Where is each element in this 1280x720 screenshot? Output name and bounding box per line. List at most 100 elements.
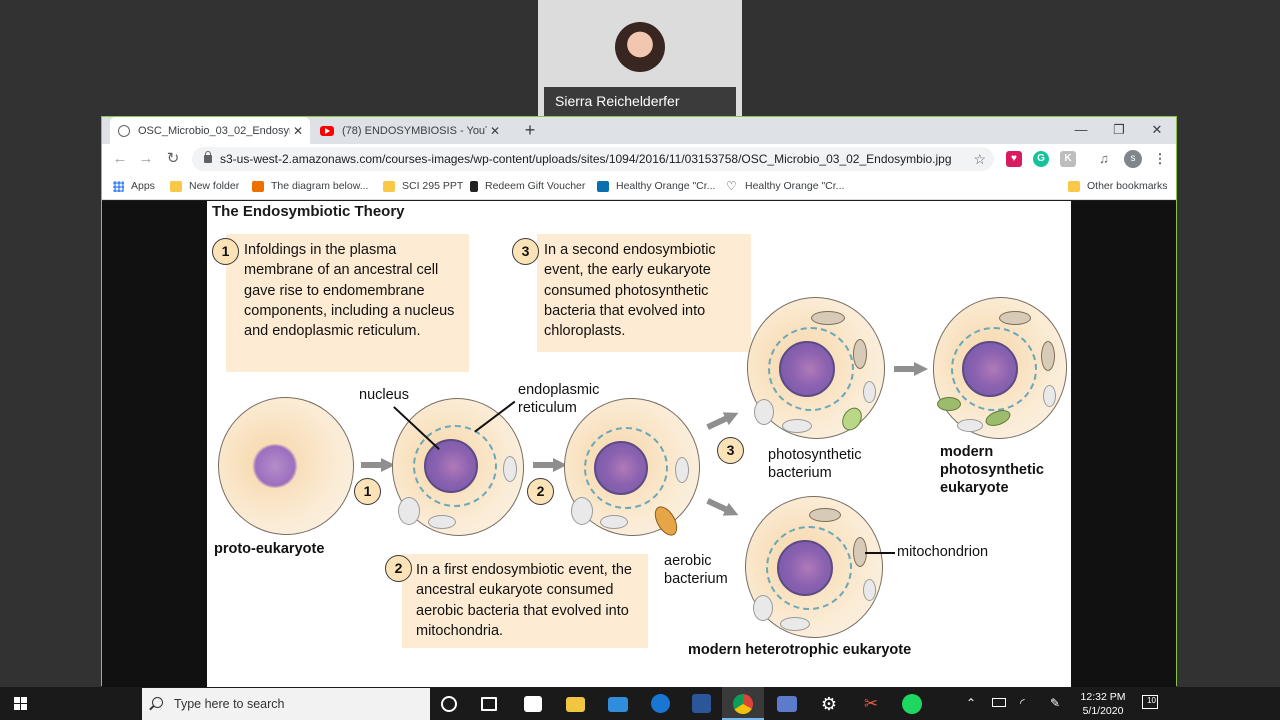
pen-icon[interactable]: ✎ (1050, 696, 1060, 710)
note-3-text: In a second endosymbiotic event, the ear… (544, 242, 716, 340)
clock-date: 5/1/2020 (1082, 705, 1124, 717)
tab-title: OSC_Microbio_03_02_Endosymb (138, 124, 290, 137)
nucleus (962, 341, 1018, 397)
windows-taskbar: Type here to search ⚙ ✂ ⌃ ◜ ✎ 12:32 PM 5… (0, 687, 1280, 720)
note-2-number: 2 (385, 555, 412, 582)
chloroplast (937, 397, 961, 411)
diagram-title: The Endosymbiotic Theory (212, 203, 405, 220)
bookmark-label: Healthy Orange "Cr... (745, 180, 845, 192)
system-clock[interactable]: 12:32 PM 5/1/2020 (1076, 690, 1130, 718)
search-icon (152, 697, 163, 708)
battery-icon[interactable] (992, 698, 1006, 707)
aerobic-bacterium-label: aerobic bacterium (664, 553, 728, 587)
browser-window: OSC_Microbio_03_02_Endosymb ✕ (78) ENDOS… (101, 116, 1177, 687)
address-bar[interactable]: s3-us-west-2.amazonaws.com/courses-image… (192, 147, 994, 171)
chrome-icon[interactable] (733, 694, 753, 714)
start-button[interactable] (0, 687, 42, 720)
extension-icon[interactable]: K (1060, 151, 1076, 167)
file-explorer-icon[interactable] (566, 697, 585, 712)
store-icon[interactable] (524, 696, 542, 712)
edge-icon[interactable] (651, 694, 670, 713)
mail-icon[interactable] (608, 697, 628, 712)
menu-icon[interactable]: ⋮ (1152, 151, 1168, 167)
word-icon[interactable] (692, 694, 711, 713)
bing-icon (597, 180, 609, 192)
vacuole (675, 457, 689, 483)
folder-icon (383, 180, 395, 192)
windows-logo-icon (14, 697, 27, 710)
forward-button[interactable]: → (136, 149, 156, 169)
participant-avatar (615, 22, 665, 72)
folder-icon (170, 180, 182, 192)
bookmark-label: Redeem Gift Voucher (485, 180, 586, 192)
folder-icon (1068, 180, 1080, 192)
arrow-to-photosynthetic (705, 406, 742, 433)
notification-count: 10 (1147, 696, 1156, 705)
restore-button[interactable]: ❐ (1100, 119, 1138, 141)
taskbar-search[interactable]: Type here to search (142, 688, 430, 720)
endosymbiosis-image[interactable]: The Endosymbiotic Theory Infoldings in t… (207, 201, 1071, 687)
bookmark-star-icon[interactable]: ☆ (973, 147, 986, 171)
modern-heterotrophic-label: modern heterotrophic eukaryote (688, 642, 912, 658)
bookmark-label: SCI 295 PPT (402, 180, 464, 192)
close-window-button[interactable]: ✕ (1138, 119, 1176, 141)
note-2: In a first endosymbiotic event, the ance… (402, 554, 648, 648)
back-button[interactable]: ← (110, 149, 130, 169)
bookmark-healthy-orange-1[interactable]: Healthy Orange "Cr... (597, 180, 715, 192)
bookmark-chegg[interactable]: The diagram below... (252, 180, 368, 192)
profile-avatar[interactable]: s (1124, 150, 1142, 168)
note-2-text: In a first endosymbiotic event, the ance… (416, 562, 632, 639)
tab-youtube[interactable]: (78) ENDOSYMBIOSIS - YouTube ✕ (312, 117, 507, 144)
vacuole (1043, 385, 1056, 407)
new-tab-button[interactable]: + (520, 120, 540, 140)
wifi-icon[interactable]: ◜ (1020, 696, 1025, 710)
close-tab-icon[interactable]: ✕ (487, 124, 503, 138)
bookmark-redeem-gift[interactable]: Redeem Gift Voucher (470, 180, 585, 192)
note-1-number: 1 (212, 238, 239, 265)
settings-gear-icon[interactable]: ⚙ (819, 694, 839, 714)
close-tab-icon[interactable]: ✕ (290, 124, 306, 138)
bookmark-new-folder[interactable]: New folder (170, 180, 239, 192)
mitochondrion-label: mitochondrion (897, 544, 989, 560)
other-bookmarks[interactable]: Other bookmarks (1068, 180, 1168, 192)
reload-button[interactable]: ↻ (163, 149, 183, 169)
note-1: Infoldings in the plasma membrane of an … (226, 234, 469, 372)
mitochondrion (811, 311, 845, 325)
vacuole (600, 515, 628, 529)
bookmark-apps[interactable]: Apps (113, 180, 155, 192)
mitochondrion (853, 339, 867, 369)
vacuole (863, 579, 876, 601)
vacuole (957, 419, 983, 432)
video-call-tile[interactable]: Sierra Reichelderfer (538, 0, 742, 116)
tab-title: (78) ENDOSYMBIOSIS - YouTube (342, 124, 487, 137)
bookmark-healthy-orange-2[interactable]: ♡ Healthy Orange "Cr... (726, 180, 845, 193)
vacuole (863, 381, 876, 403)
bookmarks-bar: Apps New folder The diagram below... SCI… (102, 174, 1176, 200)
zoom-meeting-icon[interactable] (777, 696, 797, 712)
globe-icon (118, 124, 130, 137)
cortana-icon[interactable] (441, 696, 457, 712)
clock-time: 12:32 PM (1080, 691, 1126, 703)
vacuole (753, 595, 773, 621)
media-control-icon[interactable]: ♫ (1096, 151, 1112, 167)
note-3: In a second endosymbiotic event, the ear… (537, 234, 751, 352)
arrow-to-heterotrophic (705, 494, 742, 521)
grammarly-extension-icon[interactable]: G (1033, 151, 1049, 167)
snip-tool-icon[interactable]: ✂ (861, 694, 881, 714)
participant-name: Sierra Reichelderfer (544, 87, 736, 116)
vacuole (503, 456, 517, 482)
spotify-icon[interactable] (902, 694, 922, 714)
note-3-number: 3 (512, 238, 539, 265)
modern-photosynthetic-label: modern photosynthetic eukaryote (940, 444, 1044, 496)
task-view-icon[interactable] (481, 697, 497, 711)
bookmark-sci295[interactable]: SCI 295 PPT (383, 180, 463, 192)
pocket-extension-icon[interactable]: ♥ (1006, 151, 1022, 167)
mitochondrion (999, 311, 1031, 325)
chevron-up-icon[interactable]: ⌃ (966, 696, 976, 710)
bookmark-label: Other bookmarks (1087, 180, 1168, 192)
tab-endosymbio-image[interactable]: OSC_Microbio_03_02_Endosymb ✕ (110, 117, 310, 144)
url-text: s3-us-west-2.amazonaws.com/courses-image… (220, 152, 952, 166)
browser-toolbar: ← → ↻ s3-us-west-2.amazonaws.com/courses… (102, 144, 1176, 174)
minimize-button[interactable]: — (1062, 119, 1100, 141)
notification-center-icon[interactable]: 10 (1142, 695, 1158, 709)
